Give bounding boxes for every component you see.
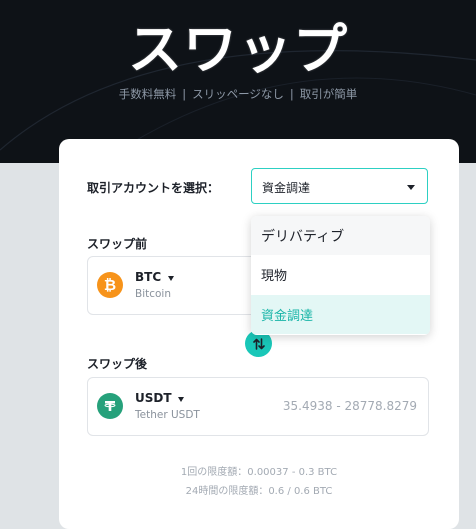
- page-title: スワップ: [128, 18, 348, 81]
- daily-limit: 24時間の限度額：0.6 / 0.6 BTC: [185, 486, 333, 497]
- caret-down-icon[interactable]: [178, 397, 184, 402]
- dropdown-option-funding[interactable]: 資金調達: [251, 295, 430, 334]
- to-label: スワップ後: [87, 357, 148, 371]
- to-coin-symbol[interactable]: USDT: [135, 391, 172, 405]
- feature-no-slippage: スリッページなし: [192, 87, 284, 101]
- account-label: 取引アカウントを選択：: [87, 181, 220, 195]
- hero-subtitle: 手数料無料 | スリッページなし | 取引が簡単: [0, 86, 476, 102]
- account-select[interactable]: 資金調達: [251, 168, 428, 204]
- feature-easy-trade: 取引が簡単: [299, 87, 358, 101]
- feature-no-fee: 手数料無料: [118, 87, 177, 101]
- dropdown-option-derivatives[interactable]: デリバティブ: [251, 216, 430, 255]
- from-label: スワップ前: [87, 237, 148, 251]
- separator: |: [289, 87, 294, 101]
- tether-icon: [97, 393, 123, 419]
- account-dropdown-menu: デリバティブ 現物 資金調達: [251, 216, 430, 335]
- caret-down-icon: [407, 185, 415, 190]
- from-coin-name: Bitcoin: [135, 288, 172, 300]
- amount-range: 35.4938 - 28778.8279: [282, 399, 417, 413]
- bitcoin-icon: ₿: [97, 272, 123, 298]
- separator: |: [182, 87, 187, 101]
- to-coin-box[interactable]: USDT Tether USDT 35.4938 - 28778.8279: [87, 377, 429, 436]
- account-select-value: 資金調達: [262, 181, 311, 195]
- from-coin-symbol[interactable]: BTC: [135, 270, 161, 284]
- dropdown-option-spot[interactable]: 現物: [251, 255, 430, 294]
- single-limit: 1回の限度額：0.00037 - 0.3 BTC: [180, 467, 338, 478]
- swap-arrows-icon: [252, 337, 265, 350]
- to-coin-name: Tether USDT: [135, 409, 200, 421]
- caret-down-icon[interactable]: [168, 276, 174, 281]
